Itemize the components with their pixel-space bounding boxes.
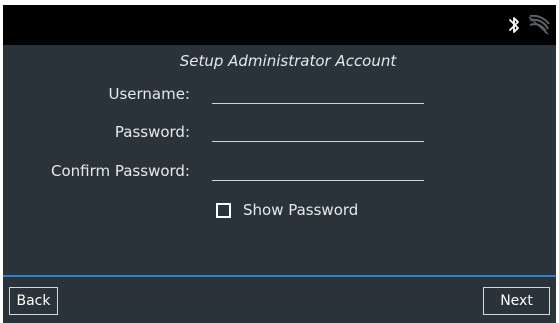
page-title: Setup Administrator Account <box>179 52 397 70</box>
footer-bar: Back Next <box>3 275 556 323</box>
confirm-password-row: Confirm Password: <box>3 157 556 187</box>
wifi-icon <box>526 15 550 35</box>
status-bar <box>3 5 556 45</box>
confirm-password-field[interactable] <box>212 157 424 181</box>
setup-screen: Setup Administrator Account Username: Pa… <box>3 5 556 323</box>
username-row: Username: <box>3 80 556 110</box>
show-password-checkbox[interactable] <box>216 202 231 218</box>
password-label: Password: <box>114 123 190 141</box>
password-row: Password: <box>3 118 556 148</box>
username-label: Username: <box>108 85 190 103</box>
show-password-label: Show Password <box>243 201 359 219</box>
status-icons <box>508 13 550 37</box>
bluetooth-icon <box>508 15 520 35</box>
password-field[interactable] <box>212 118 424 142</box>
username-field[interactable] <box>212 80 424 104</box>
back-button[interactable]: Back <box>9 287 58 315</box>
next-button[interactable]: Next <box>483 287 550 315</box>
show-password-toggle[interactable]: Show Password <box>216 201 358 219</box>
confirm-password-label: Confirm Password: <box>50 162 190 180</box>
